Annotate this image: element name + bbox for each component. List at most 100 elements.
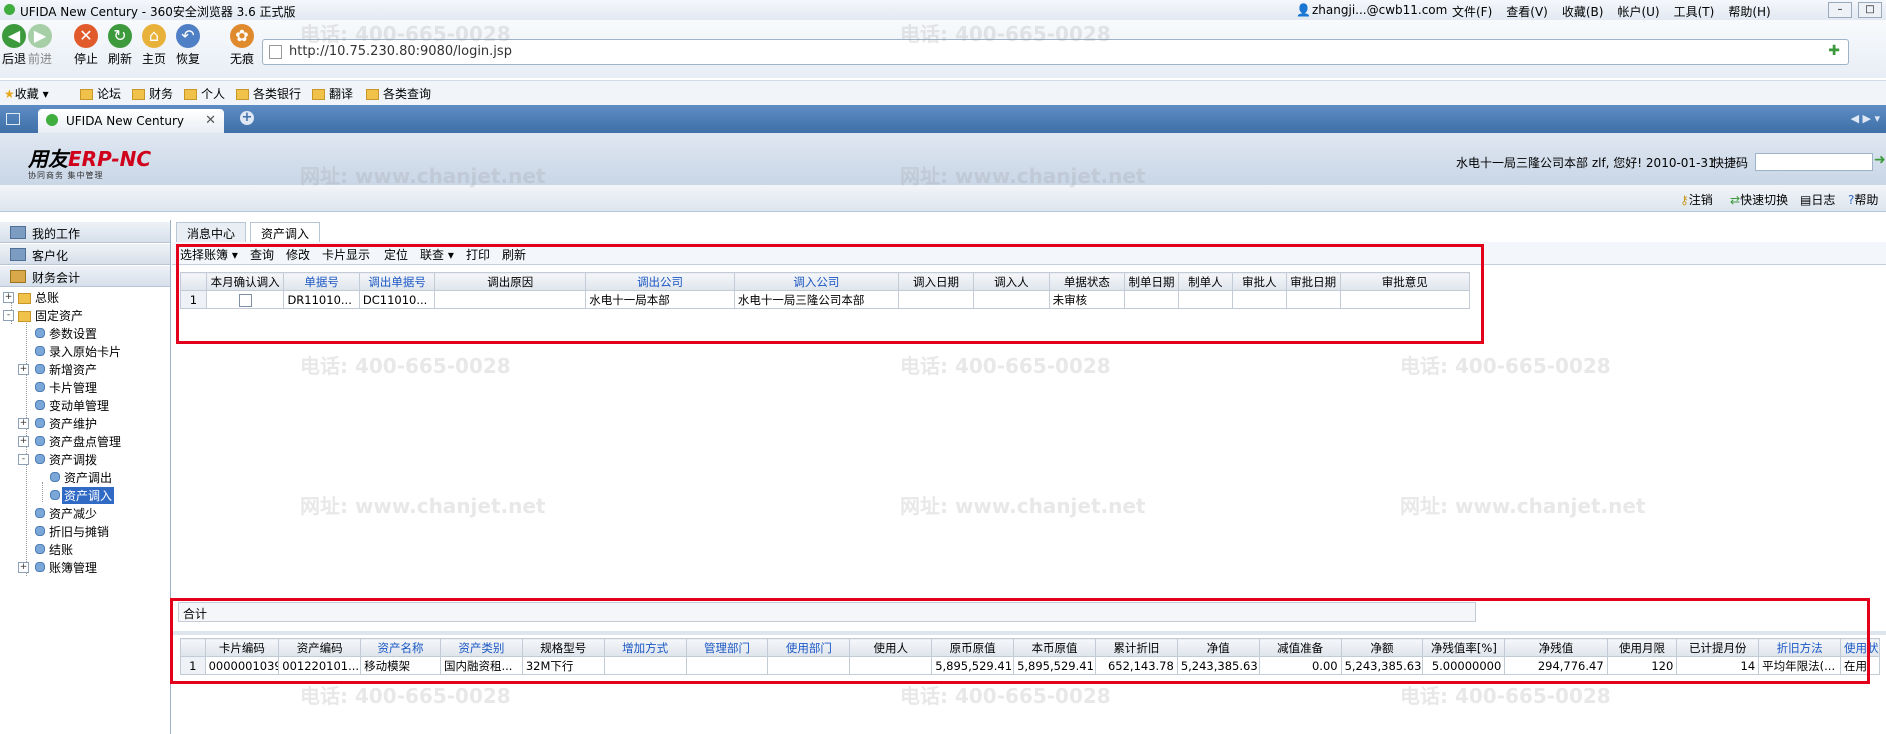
tree-item-closing[interactable]: 结账 (49, 541, 73, 558)
menu-favorites[interactable]: 收藏(B) (1562, 3, 1604, 20)
fav-banks[interactable]: 各类银行 (236, 85, 301, 102)
incognito-button[interactable]: ✿ 无痕 (228, 24, 256, 67)
tree-item-asset-maintenance[interactable]: 资产维护 (49, 415, 97, 432)
tab-asset-transfer-in[interactable]: 资产调入 (250, 222, 321, 243)
quick-code-input[interactable] (1755, 153, 1873, 171)
pane-splitter[interactable] (172, 631, 1886, 635)
col-out-reason[interactable]: 调出原因 (434, 272, 587, 291)
fav-collect[interactable]: ★收藏 ▾ (4, 85, 49, 102)
sidebar-toggle-icon[interactable] (6, 113, 20, 125)
col-doc-status[interactable]: 单据状态 (1048, 272, 1126, 291)
col-mgmt-dept[interactable]: 管理部门 (685, 638, 769, 657)
col-net-value[interactable]: 净值 (1176, 638, 1260, 657)
col-depreciated-months[interactable]: 已计提月份 (1676, 638, 1760, 657)
tree-item-ledger-mgmt[interactable]: 账簿管理 (49, 559, 97, 576)
collapse-icon[interactable]: - (18, 454, 29, 465)
modify-button[interactable]: 修改 (286, 246, 310, 263)
fav-personal[interactable]: 个人 (184, 85, 225, 102)
col-card-code[interactable]: 卡片编码 (204, 638, 280, 657)
col-in-person[interactable]: 调入人 (973, 272, 1050, 291)
col-asset-code[interactable]: 资产编码 (278, 638, 362, 657)
col-approver[interactable]: 审批人 (1231, 272, 1287, 291)
forward-button[interactable]: ▶ 前进 (26, 24, 54, 67)
back-button[interactable]: ◀ 后退 (0, 24, 28, 67)
fav-forum[interactable]: 论坛 (80, 85, 121, 102)
col-accum-depreciation[interactable]: 累计折旧 (1094, 638, 1178, 657)
nav-my-work[interactable]: 我的工作 (0, 222, 170, 243)
col-depreciation-method[interactable]: 折旧方法 (1758, 638, 1842, 657)
menu-view[interactable]: 查看(V) (1506, 3, 1548, 20)
account-name[interactable]: zhangji...@cwb11.com (1312, 3, 1447, 17)
new-tab-icon[interactable]: + (240, 111, 254, 125)
col-use-dept[interactable]: 使用部门 (767, 638, 851, 657)
menu-file[interactable]: 文件(F) (1452, 3, 1492, 20)
query-button[interactable]: 查询 (250, 246, 274, 263)
minimize-icon[interactable]: – (1828, 2, 1852, 18)
expand-icon[interactable]: + (18, 436, 29, 447)
refresh-button[interactable]: ↻ 刷新 (106, 24, 134, 67)
nav-customization[interactable]: 客户化 (0, 244, 170, 265)
browser-tab-ufida[interactable]: UFIDA New Century ✕ (38, 109, 224, 133)
tab-scroll-icons[interactable]: ◀ ▶ ▾ (1851, 112, 1880, 125)
fav-queries[interactable]: 各类查询 (366, 85, 431, 102)
log-button[interactable]: ▤日志 (1800, 191, 1835, 208)
fav-finance[interactable]: 财务 (132, 85, 173, 102)
tree-item-transfer-out[interactable]: 资产调出 (64, 469, 112, 486)
tree-item-change-mgmt[interactable]: 变动单管理 (49, 397, 109, 414)
col-salvage-value[interactable]: 净残值 (1504, 638, 1608, 657)
col-approve-date[interactable]: 审批日期 (1285, 272, 1341, 291)
close-tab-icon[interactable]: ✕ (205, 113, 216, 128)
col-orig-currency-value[interactable]: 原币原值 (931, 638, 1015, 657)
select-ledger-button[interactable]: 选择账簿 ▾ (180, 246, 238, 263)
url-text[interactable]: http://10.75.230.80:9080/login.jsp (289, 44, 512, 59)
col-net-amount[interactable]: 净额 (1340, 638, 1424, 657)
tree-item-params[interactable]: 参数设置 (49, 325, 97, 342)
expand-icon[interactable]: + (3, 292, 14, 303)
col-user[interactable]: 使用人 (849, 638, 933, 657)
col-asset-name[interactable]: 资产名称 (360, 638, 441, 657)
security-icon[interactable]: ✚ (1828, 43, 1840, 59)
table-row[interactable]: 1 DR11010... DC11010... 水电十一局本部 水电十一局三隆公… (180, 290, 1471, 309)
confirm-checkbox[interactable] (238, 293, 252, 307)
address-bar[interactable]: http://10.75.230.80:9080/login.jsp ✚ (262, 39, 1849, 65)
tree-item-add-assets[interactable]: 新增资产 (49, 361, 97, 378)
col-creator[interactable]: 制单人 (1177, 272, 1233, 291)
col-impairment[interactable]: 减值准备 (1258, 638, 1342, 657)
tab-message-center[interactable]: 消息中心 (176, 222, 247, 243)
col-out-doc-no[interactable]: 调出单据号 (358, 272, 436, 291)
quick-switch-button[interactable]: ⇄快速切换 (1730, 191, 1788, 208)
fav-translate[interactable]: 翻译 (312, 85, 353, 102)
expand-icon[interactable]: + (18, 364, 29, 375)
home-button[interactable]: ⌂ 主页 (140, 24, 168, 67)
collapse-icon[interactable]: - (3, 310, 14, 321)
expand-icon[interactable]: + (18, 418, 29, 429)
stop-button[interactable]: ✕ 停止 (72, 24, 100, 67)
restore-button[interactable]: ↶ 恢复 (174, 24, 202, 67)
linked-query-button[interactable]: 联查 ▾ (420, 246, 454, 263)
logout-button[interactable]: ⚷注销 (1680, 191, 1713, 208)
help-button[interactable]: ?帮助 (1848, 191, 1878, 208)
col-add-method[interactable]: 增加方式 (603, 638, 687, 657)
col-confirm-in[interactable]: 本月确认调入 (205, 272, 285, 291)
tree-item-asset-reduction[interactable]: 资产减少 (49, 505, 97, 522)
col-spec-model[interactable]: 规格型号 (521, 638, 605, 657)
col-doc-no[interactable]: 单据号 (283, 272, 360, 291)
col-salvage-rate[interactable]: 净残值率[%] (1422, 638, 1506, 657)
tree-item-original-card[interactable]: 录入原始卡片 (49, 343, 121, 360)
tree-item-fixed-assets[interactable]: 固定资产 (18, 307, 83, 324)
card-display-button[interactable]: 卡片显示 (322, 246, 370, 263)
go-arrow-icon[interactable]: ➜ (1874, 152, 1886, 168)
col-in-date[interactable]: 调入日期 (897, 272, 975, 291)
refresh-list-button[interactable]: 刷新 (502, 246, 526, 263)
tree-item-transfer-in[interactable]: 资产调入 (62, 487, 115, 504)
tree-item-stocktake[interactable]: 资产盘点管理 (49, 433, 121, 450)
col-create-date[interactable]: 制单日期 (1124, 272, 1179, 291)
maximize-icon[interactable]: □ (1858, 2, 1882, 18)
table-row[interactable]: 1 0000001039 001220101... 移动模架 国内融资租... … (180, 656, 1880, 675)
col-asset-category[interactable]: 资产类别 (439, 638, 523, 657)
col-in-company[interactable]: 调入公司 (733, 272, 899, 291)
tree-item-asset-transfer[interactable]: 资产调拨 (49, 451, 97, 468)
col-useful-months[interactable]: 使用月限 (1606, 638, 1678, 657)
nav-financial-accounting[interactable]: 财务会计 (0, 266, 170, 287)
menu-help[interactable]: 帮助(H) (1728, 3, 1770, 20)
